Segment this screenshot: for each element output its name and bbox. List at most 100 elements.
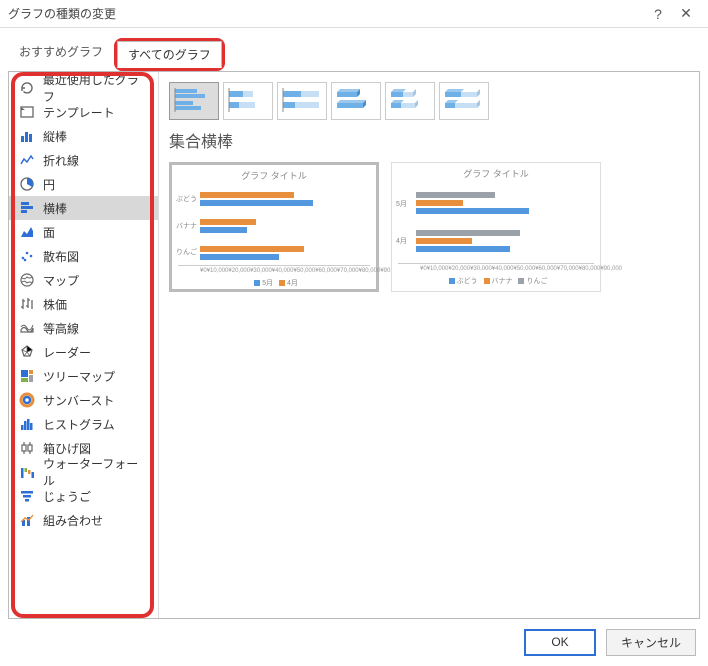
sidebar-item-label: 面 — [43, 224, 55, 241]
legend-swatch-icon — [449, 278, 455, 284]
sidebar-item-radar[interactable]: レーダー — [9, 340, 158, 364]
funnel-chart-icon — [17, 487, 37, 505]
chart-preview-2[interactable]: グラフ タイトル 5月 4月 ¥0 ¥10,000 ¥20,000 ¥30,00… — [391, 162, 601, 292]
sidebar-item-surface[interactable]: 等高線 — [9, 316, 158, 340]
sidebar-item-label: 縦棒 — [43, 128, 67, 145]
chart1-bar — [200, 254, 279, 260]
chart2-bar — [416, 208, 529, 214]
chart-subtype-row — [169, 82, 689, 120]
recent-icon — [17, 79, 37, 97]
chart1-bar — [200, 219, 256, 225]
sidebar-item-label: ウォーターフォール — [43, 455, 150, 489]
sidebar-item-label: サンバースト — [43, 392, 114, 409]
ok-button[interactable]: OK — [524, 629, 596, 656]
map-chart-icon — [17, 271, 37, 289]
tab-strip: おすすめグラフ すべてのグラフ — [0, 28, 708, 71]
chart2-bar — [416, 200, 463, 206]
sidebar-item-label: ツリーマップ — [43, 368, 115, 385]
pie-chart-icon — [17, 175, 37, 193]
chart1-cat-0: ぶどう — [176, 194, 197, 204]
sidebar-item-label: 株価 — [43, 296, 67, 313]
sidebar-item-sunburst[interactable]: サンバースト — [9, 388, 158, 412]
dialog-title: グラフの種類の変更 — [8, 5, 644, 22]
sidebar-item-label: マップ — [43, 272, 79, 289]
chart1-bar — [200, 200, 313, 206]
chart1-legend: 5月 4月 — [178, 278, 370, 288]
scatter-chart-icon — [17, 247, 37, 265]
stock-chart-icon — [17, 295, 37, 313]
sidebar-item-bar[interactable]: 横棒 — [9, 196, 158, 220]
title-bar: グラフの種類の変更 ? ✕ — [0, 0, 708, 28]
histogram-chart-icon — [17, 415, 37, 433]
sidebar-item-recent[interactable]: 最近使用したグラフ — [9, 76, 158, 100]
sidebar-item-label: 折れ線 — [43, 152, 79, 169]
chart1-bar — [200, 192, 294, 198]
cancel-button[interactable]: キャンセル — [606, 629, 696, 656]
sidebar-item-scatter[interactable]: 散布図 — [9, 244, 158, 268]
boxwhisker-chart-icon — [17, 439, 37, 457]
chart-preview-1-title: グラフ タイトル — [178, 169, 370, 182]
close-button[interactable]: ✕ — [672, 5, 700, 22]
sidebar-item-label: 散布図 — [43, 248, 79, 265]
sidebar-item-label: テンプレート — [43, 104, 115, 121]
tab-all-charts[interactable]: すべてのグラフ — [117, 41, 222, 68]
tab-recommended[interactable]: おすすめグラフ — [8, 38, 114, 71]
subtype-100stacked-bar[interactable] — [277, 82, 327, 120]
chart2-xaxis: ¥0 ¥10,000 ¥20,000 ¥30,000 ¥40,000 ¥50,0… — [398, 266, 594, 272]
subtype-3d-clustered-bar[interactable] — [331, 82, 381, 120]
tab-all-highlight: すべてのグラフ — [114, 38, 225, 71]
chart-preview-2-body: 5月 4月 — [398, 184, 594, 264]
surface-chart-icon — [17, 319, 37, 337]
radar-chart-icon — [17, 343, 37, 361]
treemap-chart-icon — [17, 367, 37, 385]
combo-chart-icon — [17, 511, 37, 529]
chart2-bar — [416, 230, 520, 236]
chart2-cat-0: 5月 — [396, 199, 407, 209]
chart2-bar — [416, 238, 472, 244]
chart-preview-1[interactable]: グラフ タイトル ぶどう バナナ りんご ¥0 ¥10,000 ¥20,000 — [169, 162, 379, 292]
chart1-bar — [200, 246, 304, 252]
sidebar-item-combo[interactable]: 組み合わせ — [9, 508, 158, 532]
subtype-stacked-bar[interactable] — [223, 82, 273, 120]
chart-preview-2-title: グラフ タイトル — [398, 167, 594, 180]
sidebar-item-label: 横棒 — [43, 200, 67, 217]
sidebar-item-label: 箱ひげ図 — [43, 440, 91, 457]
sidebar-item-area[interactable]: 面 — [9, 220, 158, 244]
chart-preview-1-body: ぶどう バナナ りんご — [178, 186, 370, 266]
subtype-clustered-bar[interactable] — [169, 82, 219, 120]
sidebar-item-label: 組み合わせ — [43, 512, 103, 529]
chart2-legend: ぶどう バナナ りんご — [398, 276, 594, 286]
legend-swatch-icon — [279, 280, 285, 286]
chart2-bar — [416, 246, 510, 252]
legend-swatch-icon — [484, 278, 490, 284]
sidebar-item-line[interactable]: 折れ線 — [9, 148, 158, 172]
sunburst-chart-icon — [17, 391, 37, 409]
sidebar-item-treemap[interactable]: ツリーマップ — [9, 364, 158, 388]
sidebar-item-label: ヒストグラム — [43, 416, 115, 433]
legend-swatch-icon — [254, 280, 260, 286]
dialog-footer: OK キャンセル — [0, 619, 708, 666]
content-area: 最近使用したグラフ テンプレート 縦棒 折れ線 円 横棒 面 散布図 — [8, 71, 700, 619]
subtype-3d-stacked-bar[interactable] — [385, 82, 435, 120]
chart2-bar — [416, 192, 495, 198]
sidebar-item-stock[interactable]: 株価 — [9, 292, 158, 316]
sidebar-item-pie[interactable]: 円 — [9, 172, 158, 196]
bar-chart-icon — [17, 199, 37, 217]
sidebar-item-label: 等高線 — [43, 320, 79, 337]
area-chart-icon — [17, 223, 37, 241]
subtype-title: 集合横棒 — [169, 128, 689, 152]
waterfall-chart-icon — [17, 463, 37, 481]
subtype-3d-100stacked-bar[interactable] — [439, 82, 489, 120]
help-button[interactable]: ? — [644, 6, 672, 22]
sidebar-item-label: 円 — [43, 176, 55, 193]
legend-swatch-icon — [518, 278, 524, 284]
sidebar-item-label: じょうご — [43, 488, 91, 505]
line-chart-icon — [17, 151, 37, 169]
chart1-xaxis: ¥0 ¥10,000 ¥20,000 ¥30,000 ¥40,000 ¥50,0… — [178, 268, 370, 274]
sidebar-item-column[interactable]: 縦棒 — [9, 124, 158, 148]
sidebar-item-waterfall[interactable]: ウォーターフォール — [9, 460, 158, 484]
main-panel: 集合横棒 グラフ タイトル ぶどう バナナ りんご ¥0 — [159, 72, 699, 618]
chart-previews: グラフ タイトル ぶどう バナナ りんご ¥0 ¥10,000 ¥20,000 — [169, 162, 689, 292]
sidebar-item-map[interactable]: マップ — [9, 268, 158, 292]
sidebar-item-histogram[interactable]: ヒストグラム — [9, 412, 158, 436]
